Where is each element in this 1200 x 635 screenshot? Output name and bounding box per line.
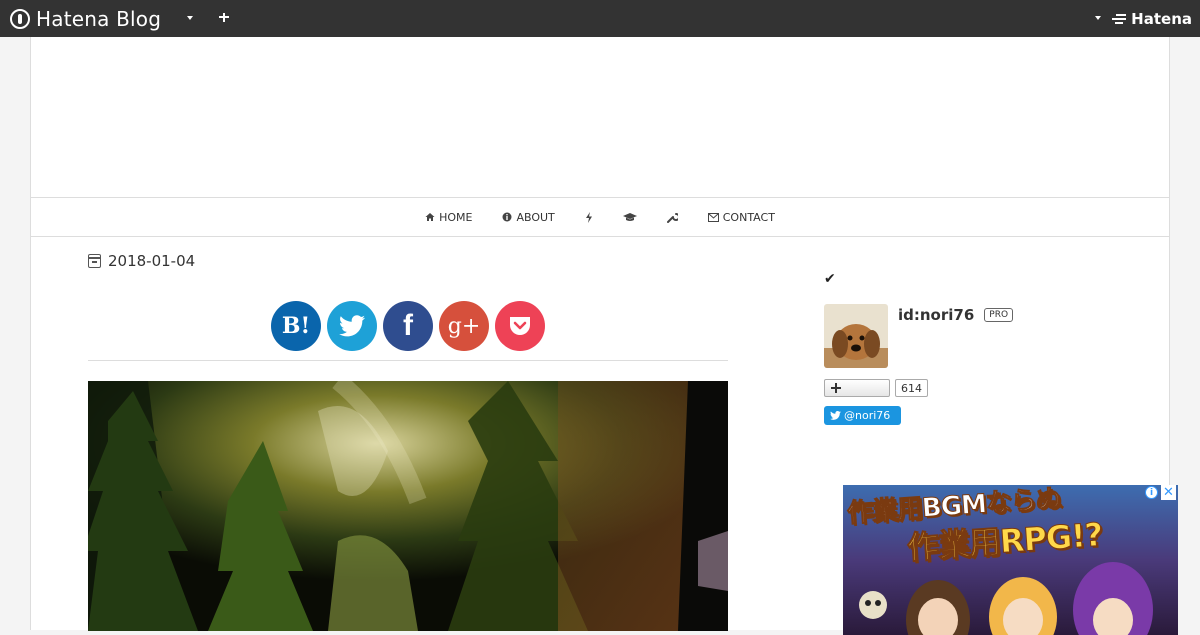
nav-item-home[interactable]: HOME <box>410 198 487 236</box>
nav-label-about: ABOUT <box>516 210 555 224</box>
twitter-icon <box>830 411 841 420</box>
pocket-icon <box>510 317 530 335</box>
hatena-blog-logo[interactable]: Hatena Blog <box>10 7 161 31</box>
nav-label-home: HOME <box>439 210 473 224</box>
google-plus-share-button[interactable]: g+ <box>439 301 489 351</box>
wrench-icon <box>666 212 678 223</box>
avatar[interactable] <box>824 304 888 368</box>
facebook-icon: f <box>403 309 413 342</box>
nav-item-tools[interactable] <box>652 198 693 236</box>
twitter-share-button[interactable] <box>327 301 377 351</box>
brand-text: Hatena Blog <box>36 7 162 31</box>
follower-count: 614 <box>895 379 928 397</box>
blog-page: HOME ABOUT CONTACT 2018-01-04 B! f g+ ✔ … <box>30 37 1178 635</box>
advertisement[interactable]: 作業用BGMならぬ 作業用RPG!? i ✕ <box>843 485 1178 635</box>
home-icon <box>425 213 435 221</box>
info-icon <box>502 212 512 222</box>
nav-item-contact[interactable]: CONTACT <box>693 198 790 236</box>
pocket-share-button[interactable] <box>495 301 545 351</box>
google-plus-icon: g+ <box>447 313 481 339</box>
profile-id-text: id:nori76 <box>898 306 975 324</box>
graduation-cap-icon <box>622 213 637 221</box>
hatena-bookmark-share-button[interactable]: B! <box>271 301 321 351</box>
ad-info-icon[interactable]: i <box>1145 486 1158 499</box>
hatena-bookmark-icon: B! <box>281 313 311 339</box>
divider <box>88 360 728 361</box>
global-header: Hatena Blog Hatena <box>0 0 1200 37</box>
hatena-mark-icon <box>1112 14 1128 24</box>
nav-item-bolt[interactable] <box>570 198 608 236</box>
calendar-icon <box>88 254 101 268</box>
nav-label-contact: CONTACT <box>722 210 775 224</box>
check-icon: ✔ <box>824 271 836 287</box>
profile-id[interactable]: id:nori76 PRO <box>898 306 1014 324</box>
twitter-follow-button[interactable]: @nori76 <box>824 406 901 425</box>
envelope-icon <box>707 212 719 222</box>
follow-button[interactable] <box>824 379 890 397</box>
hatena-blog-logo-icon <box>10 9 30 29</box>
new-post-plus-icon[interactable] <box>216 9 232 25</box>
share-buttons: B! f g+ <box>271 301 545 351</box>
pro-badge: PRO <box>984 308 1014 322</box>
blog-menu-chevron-down-icon[interactable] <box>187 16 193 20</box>
hatena-link[interactable]: Hatena <box>1112 10 1192 28</box>
ad-close-icon[interactable]: ✕ <box>1161 485 1176 500</box>
entry-date-text: 2018-01-04 <box>108 252 196 270</box>
hatena-label: Hatena <box>1131 10 1192 28</box>
entry-photo <box>88 381 728 631</box>
user-menu-chevron-down-icon[interactable] <box>1095 16 1101 20</box>
twitter-icon <box>339 315 365 337</box>
entry-date[interactable]: 2018-01-04 <box>88 252 195 270</box>
facebook-share-button[interactable]: f <box>383 301 433 351</box>
global-nav: HOME ABOUT CONTACT <box>31 198 1169 237</box>
nav-item-education[interactable] <box>608 198 652 236</box>
nav-item-about[interactable]: ABOUT <box>487 198 569 236</box>
bolt-icon <box>585 211 592 223</box>
twitter-handle: @nori76 <box>844 409 891 422</box>
blog-header <box>31 37 1169 198</box>
